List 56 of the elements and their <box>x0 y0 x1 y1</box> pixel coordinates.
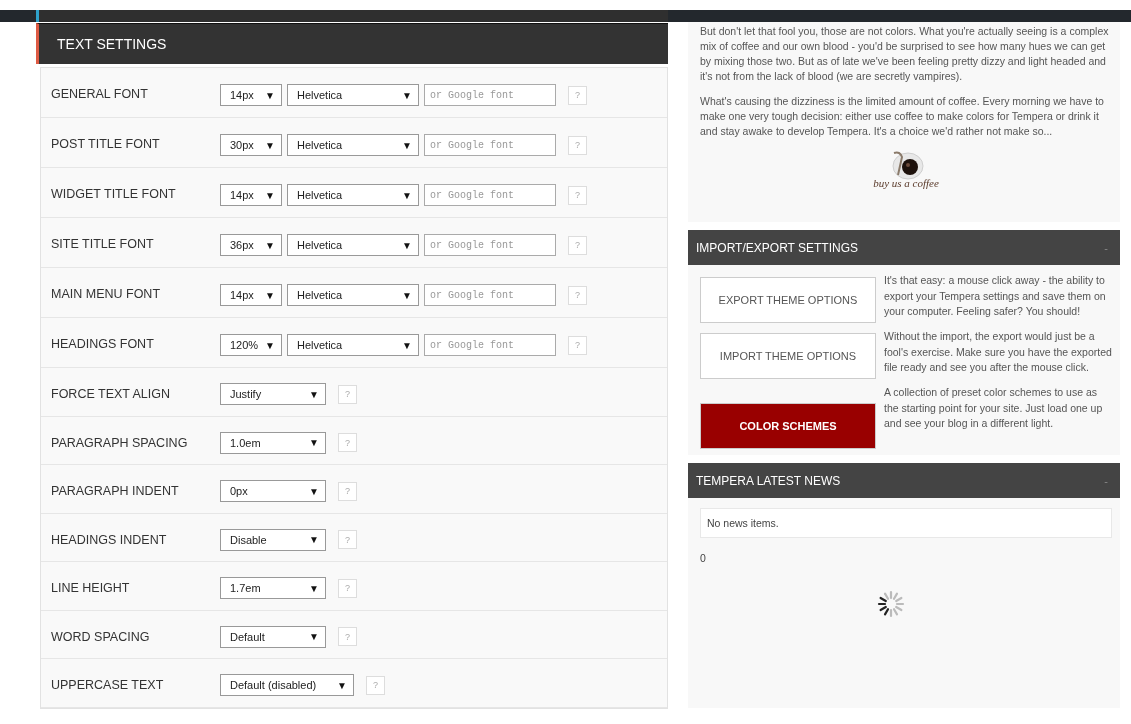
section-title: TEXT SETTINGS <box>57 36 167 52</box>
size-dropdown[interactable]: 14px ▼ <box>220 284 282 306</box>
google-font-field[interactable]: or Google font <box>424 134 556 156</box>
font-dropdown[interactable]: Helvetica ▼ <box>287 84 419 106</box>
setting-label: SITE TITLE FONT <box>51 236 155 253</box>
section-title: IMPORT/EXPORT SETTINGS <box>696 240 859 255</box>
setting-label: LINE HEIGHT <box>51 580 131 597</box>
google-font-field[interactable]: or Google font <box>424 234 556 256</box>
google-font-field[interactable]: or Google font <box>424 334 556 356</box>
loading-spinner-icon <box>877 590 905 618</box>
font-dropdown[interactable]: Helvetica ▼ <box>287 334 419 356</box>
google-font-field[interactable]: or Google font <box>424 184 556 206</box>
size-dropdown[interactable]: 14px ▼ <box>220 184 282 206</box>
action-description: Without the import, the export would just be a fool's exercise. Make sure you have the exported file ready and see you after the mouse click. <box>884 329 1112 375</box>
donate-link[interactable]: buy us a coffee <box>873 177 939 189</box>
dropdown[interactable]: Default (disabled) ▼ <box>220 674 354 697</box>
dropdown[interactable]: Disable ▼ <box>220 528 326 551</box>
size-dropdown[interactable]: 30px ▼ <box>220 134 282 156</box>
font-dropdown[interactable]: Helvetica ▼ <box>287 284 419 306</box>
action-button[interactable]: COLOR SCHEMES <box>700 403 876 449</box>
section-header[interactable]: IMPORT/EXPORT SETTINGS - <box>688 230 1120 265</box>
dropdown[interactable]: 0px ▼ <box>220 480 326 503</box>
setting-label: WORD SPACING <box>51 628 151 646</box>
paragraph: What's causing the dizziness is the limited amount of coffee. Every morning we have to make one very tough decision: either use coffee to make colors for Tempera or drink it and stay awake to develop Tempera. It's a choice we'd rather not make so... <box>700 94 1105 139</box>
setting-label: POST TITLE FONT <box>51 136 161 153</box>
section-header[interactable]: TEMPERA LATEST NEWS - <box>688 463 1120 498</box>
size-dropdown[interactable]: 36px ▼ <box>220 234 282 256</box>
setting-label: GENERAL FONT <box>51 86 149 103</box>
action-button[interactable]: EXPORT THEME OPTIONS <box>700 277 876 323</box>
font-dropdown[interactable]: Helvetica ▼ <box>287 134 419 156</box>
news-count: 0 <box>700 552 706 564</box>
setting-label: HEADINGS FONT <box>51 336 155 353</box>
setting-label: PARAGRAPH SPACING <box>51 434 189 452</box>
setting-label: PARAGRAPH INDENT <box>51 483 180 500</box>
section-header[interactable]: TEXT SETTINGS <box>36 23 668 64</box>
paragraph: But don't let that fool you, those are not colors. What you're actually seeing is a complex mix of coffee and our own blood - you'd be surprised to see how many hues we can get by mixing those two. But as of late we've been feeling pretty dizzy and light headed and it's not from the lack of blood (we are secretly vampires). <box>700 24 1110 84</box>
action-button[interactable]: IMPORT THEME OPTIONS <box>700 333 876 379</box>
google-font-field[interactable]: or Google font <box>424 84 556 106</box>
dropdown[interactable]: Default ▼ <box>220 625 326 648</box>
size-dropdown[interactable]: 14px ▼ <box>220 84 282 106</box>
action-description: A collection of preset color schemes to use as the starting point for your site. Just load one up and see your blog in a different light. <box>884 385 1104 431</box>
font-dropdown[interactable]: Helvetica ▼ <box>287 184 419 206</box>
setting-label: WIDGET TITLE FONT <box>51 186 177 203</box>
section-title: TEMPERA LATEST NEWS <box>696 473 841 488</box>
setting-label: MAIN MENU FONT <box>51 286 162 303</box>
news-message: No news items. <box>700 508 1112 538</box>
setting-label: HEADINGS INDENT <box>51 531 168 549</box>
google-font-field[interactable]: or Google font <box>424 284 556 306</box>
setting-label: UPPERCASE TEXT <box>51 677 165 694</box>
dropdown[interactable]: 1.7em ▼ <box>220 577 326 600</box>
setting-label: FORCE TEXT ALIGN <box>51 386 171 403</box>
dropdown[interactable]: Justify ▼ <box>220 383 326 406</box>
font-dropdown[interactable]: Helvetica ▼ <box>287 234 419 256</box>
size-dropdown[interactable]: 120% ▼ <box>220 334 282 356</box>
action-description: It's that easy: a mouse click away - the ability to export your Tempera settings and save them on your computer. Feeling safer? You should! <box>884 273 1107 319</box>
dropdown[interactable]: 1.0em ▼ <box>220 431 326 454</box>
